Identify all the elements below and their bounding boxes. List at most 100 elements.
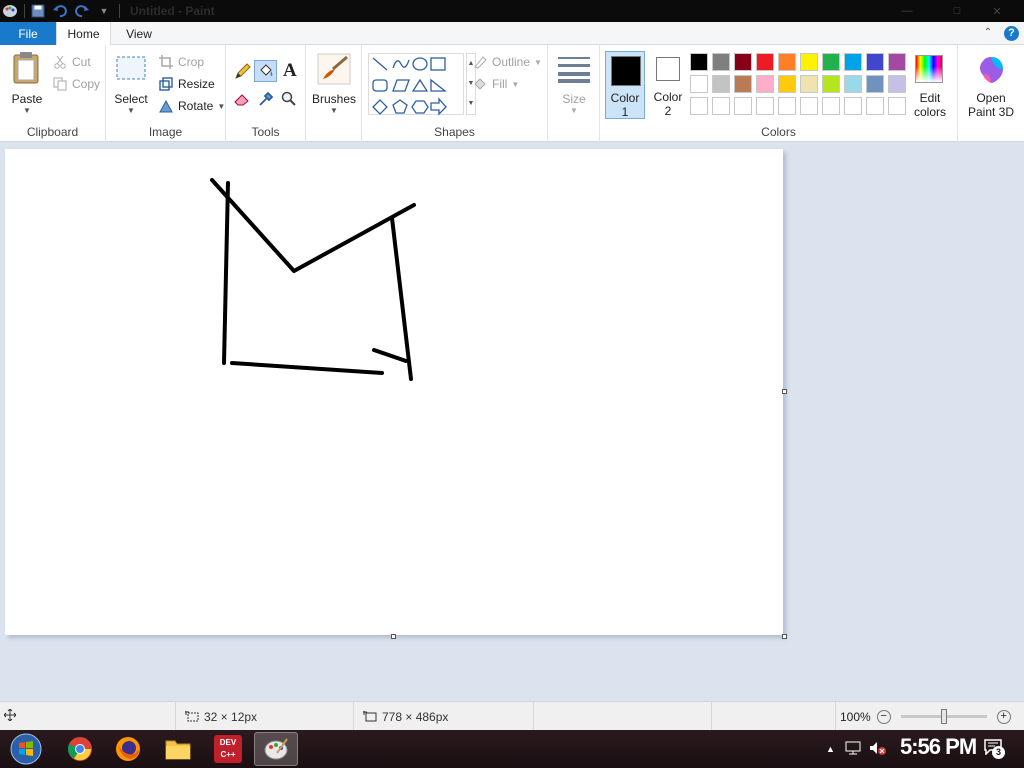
palette-swatch[interactable] <box>866 97 884 115</box>
fill-bucket-icon[interactable] <box>254 60 277 82</box>
palette-swatch[interactable] <box>734 97 752 115</box>
taskbar-file-explorer[interactable] <box>156 732 200 766</box>
canvas-resize-handle-bottom[interactable] <box>391 634 396 639</box>
clipboard-group-label: Clipboard <box>26 125 79 139</box>
help-button[interactable]: ? <box>1004 26 1019 41</box>
crop-button[interactable]: Crop <box>158 53 204 71</box>
tab-view[interactable]: View <box>116 22 162 45</box>
palette-swatch[interactable] <box>756 97 774 115</box>
zoom-slider[interactable] <box>900 709 987 724</box>
color1-button[interactable]: Color 1 <box>605 51 645 119</box>
brushes-button[interactable]: Brushes ▼ <box>312 53 356 115</box>
paint-app-icon[interactable] <box>2 3 18 19</box>
taskbar-dev-cpp[interactable]: DEV C++ <box>206 732 250 766</box>
image-group: Select ▼ Crop Resize Rotate ▼ Image <box>106 45 226 142</box>
chevron-down-icon: ▼ <box>570 106 578 115</box>
palette-swatch[interactable] <box>822 97 840 115</box>
save-icon[interactable] <box>29 2 47 20</box>
stroke-left-vertical <box>222 181 230 365</box>
paint3d-label-1: Open <box>976 91 1006 105</box>
canvas-resize-handle-corner[interactable] <box>782 634 787 639</box>
paste-button[interactable]: Paste ▼ <box>8 51 46 115</box>
palette-swatch[interactable] <box>888 75 906 93</box>
zoom-out-button[interactable]: − <box>876 709 891 724</box>
zoom-in-button[interactable]: + <box>996 709 1011 724</box>
maximize-button[interactable]: □ <box>940 3 974 19</box>
palette-swatch[interactable] <box>734 75 752 93</box>
palette-swatch[interactable] <box>756 53 774 71</box>
shapes-gallery[interactable] <box>368 53 464 116</box>
network-icon[interactable] <box>845 741 861 758</box>
outline-icon <box>472 54 488 70</box>
palette-swatch[interactable] <box>866 75 884 93</box>
magnifier-icon[interactable] <box>281 91 297 110</box>
close-button[interactable]: ✕ <box>980 3 1014 19</box>
fill-button[interactable]: Fill ▼ <box>472 75 519 93</box>
outline-button[interactable]: Outline ▼ <box>472 53 542 71</box>
collapse-ribbon-icon[interactable]: ⌃ <box>982 27 994 39</box>
palette-swatch[interactable] <box>888 97 906 115</box>
windows-logo-icon <box>10 733 42 765</box>
palette-swatch[interactable] <box>734 53 752 71</box>
taskbar-paint[interactable] <box>254 732 298 766</box>
cut-button[interactable]: Cut <box>52 53 91 71</box>
drawing-canvas[interactable] <box>5 149 783 635</box>
customize-toolbar-icon[interactable]: ▼ <box>95 2 113 20</box>
palette-swatch[interactable] <box>800 97 818 115</box>
palette-swatch[interactable] <box>690 97 708 115</box>
palette-swatch[interactable] <box>690 75 708 93</box>
select-button[interactable]: Select ▼ <box>112 55 150 115</box>
chevron-down-icon: ▼ <box>127 106 135 115</box>
edit-colors-label: Edit <box>919 91 941 105</box>
palette-swatch[interactable] <box>822 53 840 71</box>
taskbar-firefox[interactable] <box>106 732 150 766</box>
palette-swatch[interactable] <box>822 75 840 93</box>
text-tool-icon[interactable]: A <box>283 60 297 82</box>
palette-swatch[interactable] <box>778 97 796 115</box>
tab-home[interactable]: Home <box>56 22 111 46</box>
palette-swatch[interactable] <box>756 75 774 93</box>
color1-swatch <box>611 56 641 86</box>
palette-swatch[interactable] <box>844 97 862 115</box>
clipboard-group: Paste ▼ Cut Copy Clipboard <box>0 45 106 142</box>
palette-swatch[interactable] <box>712 75 730 93</box>
action-center-button[interactable]: 3 <box>984 739 1005 759</box>
resize-button[interactable]: Resize <box>158 75 215 93</box>
palette-swatch[interactable] <box>888 53 906 71</box>
palette-swatch[interactable] <box>690 53 708 71</box>
canvas-resize-handle-right[interactable] <box>782 389 787 394</box>
color-picker-icon[interactable] <box>258 91 274 110</box>
status-bar: 32 × 12px 778 × 486px 100% − + <box>0 701 1024 731</box>
size-button[interactable]: Size ▼ <box>554 55 594 115</box>
taskbar-chrome[interactable] <box>58 732 102 766</box>
tab-file[interactable]: File <box>0 22 56 45</box>
ribbon: Paste ▼ Cut Copy Clipboard Select ▼ Crop… <box>0 45 1024 142</box>
paint3d-icon <box>977 55 1005 88</box>
rotate-button[interactable]: Rotate ▼ <box>158 97 225 115</box>
palette-swatch[interactable] <box>712 97 730 115</box>
palette-swatch[interactable] <box>866 53 884 71</box>
open-paint3d-button[interactable]: Open Paint 3D <box>962 53 1020 123</box>
zoom-slider-thumb[interactable] <box>940 709 947 724</box>
edit-colors-button[interactable]: Edit colors <box>909 53 951 123</box>
canvas-size-text: 778 × 486px <box>382 709 449 724</box>
color2-button[interactable]: Color 2 <box>648 51 688 119</box>
minimize-button[interactable]: — <box>890 3 924 19</box>
volume-muted-icon[interactable] <box>869 741 887 758</box>
eraser-icon[interactable] <box>233 91 251 110</box>
palette-swatch[interactable] <box>800 75 818 93</box>
palette-swatch[interactable] <box>844 75 862 93</box>
palette-swatch[interactable] <box>778 53 796 71</box>
pencil-icon[interactable] <box>234 62 252 83</box>
palette-swatch[interactable] <box>844 53 862 71</box>
copy-button[interactable]: Copy <box>52 75 100 93</box>
start-button[interactable] <box>4 732 48 766</box>
palette-swatch[interactable] <box>778 75 796 93</box>
redo-icon[interactable] <box>73 2 91 20</box>
taskbar-clock[interactable]: 5:56 PM <box>900 734 977 760</box>
show-hidden-icons-icon[interactable]: ▲ <box>826 744 835 754</box>
palette-swatch[interactable] <box>712 53 730 71</box>
undo-icon[interactable] <box>51 2 69 20</box>
cut-label: Cut <box>72 55 91 69</box>
palette-swatch[interactable] <box>800 53 818 71</box>
